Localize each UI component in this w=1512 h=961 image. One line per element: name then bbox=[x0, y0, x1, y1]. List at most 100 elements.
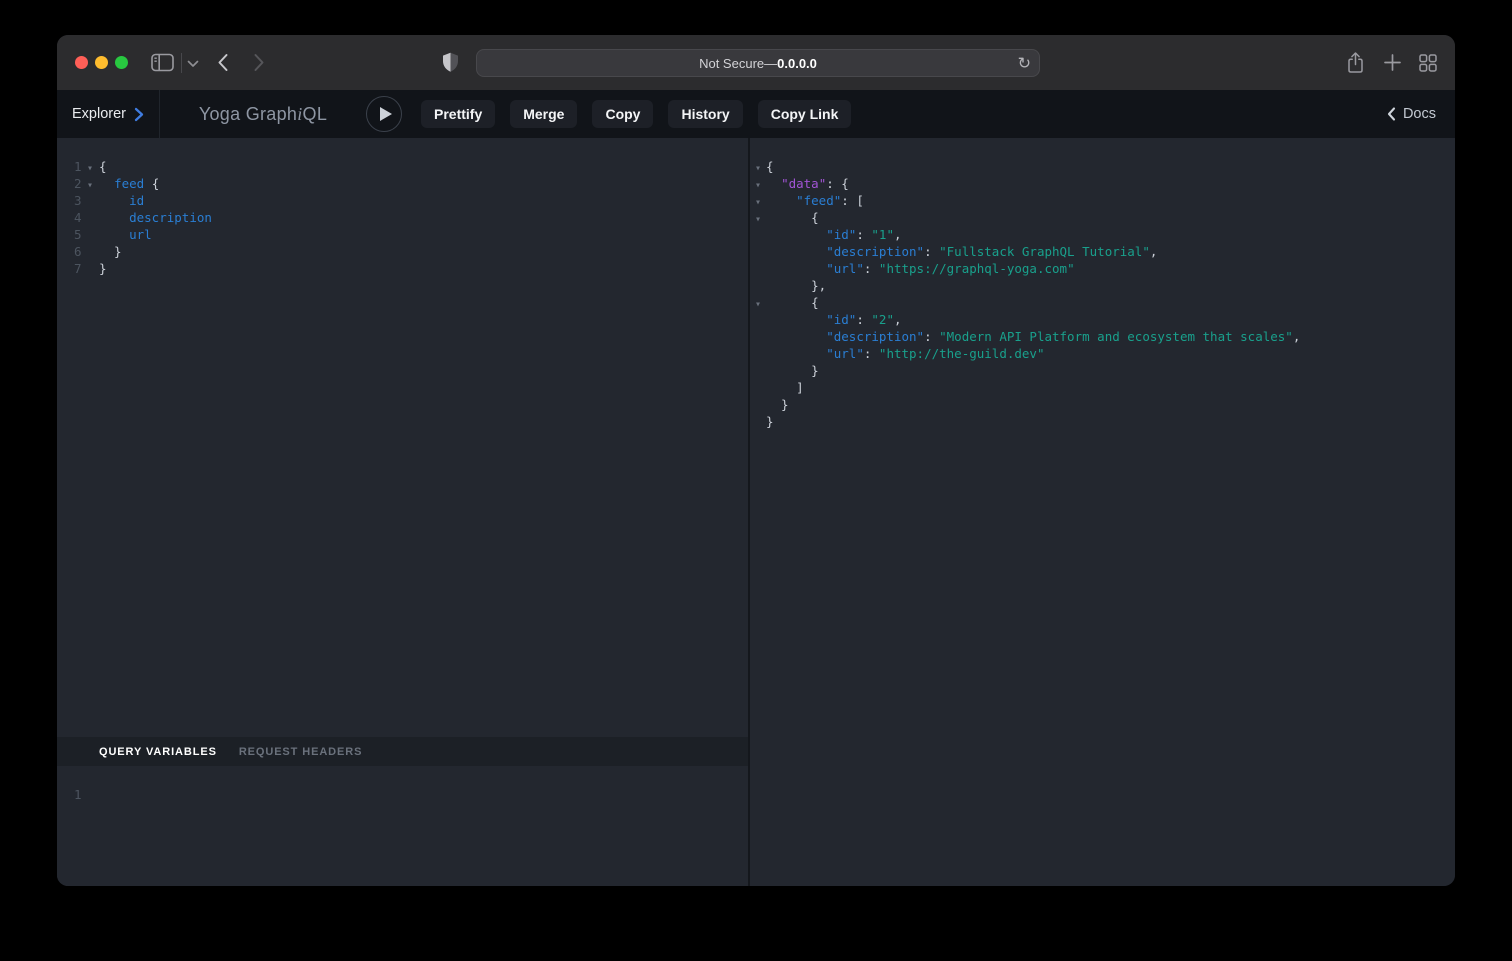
query-editor[interactable]: 1▾{2▾ feed {3 id4 description5 url6 }7} bbox=[57, 138, 748, 737]
code-line: ▾ { bbox=[750, 294, 1455, 311]
token-punct bbox=[766, 176, 781, 191]
token-str: "Fullstack GraphQL Tutorial" bbox=[939, 244, 1150, 259]
token-punct: : { bbox=[826, 176, 849, 191]
docs-label: Docs bbox=[1403, 106, 1436, 122]
result-viewer[interactable]: ▾{▾ "data": {▾ "feed": [▾ { "id": "1", "… bbox=[750, 138, 1455, 886]
forward-icon[interactable] bbox=[253, 53, 265, 72]
code-line: "id": "2", bbox=[750, 311, 1455, 328]
code-line: 2▾ feed { bbox=[57, 175, 748, 192]
sidebar-icon[interactable] bbox=[151, 53, 174, 72]
line-number: 6 bbox=[74, 243, 87, 260]
token-punct bbox=[99, 193, 129, 208]
execute-query-button[interactable] bbox=[366, 96, 402, 132]
token-punct: } bbox=[99, 261, 107, 276]
token-str: "1" bbox=[871, 227, 894, 242]
docs-button[interactable]: Docs bbox=[1387, 106, 1436, 122]
token-prop: "feed" bbox=[796, 193, 841, 208]
chevron-down-icon[interactable] bbox=[187, 60, 199, 68]
chevron-right-icon bbox=[134, 107, 144, 122]
code-line: } bbox=[750, 362, 1455, 379]
reload-icon[interactable]: ↻ bbox=[1018, 54, 1031, 73]
token-punct bbox=[766, 346, 826, 361]
tab-request-headers[interactable]: REQUEST HEADERS bbox=[239, 746, 363, 758]
code-line: 7} bbox=[57, 260, 748, 277]
token-punct bbox=[766, 261, 826, 276]
tab-overview-icon[interactable] bbox=[1419, 54, 1437, 72]
query-variables-editor[interactable]: 1 bbox=[57, 766, 748, 886]
address-separator: — bbox=[764, 56, 777, 71]
token-punct: , bbox=[1150, 244, 1158, 259]
token-prop: "url" bbox=[826, 261, 864, 276]
chevron-left-icon bbox=[1387, 107, 1396, 121]
token-punct: } bbox=[766, 397, 789, 412]
tab-query-variables[interactable]: QUERY VARIABLES bbox=[99, 746, 217, 758]
zoom-window-button[interactable] bbox=[115, 56, 128, 69]
code-line: ] bbox=[750, 379, 1455, 396]
token-str: "https://graphql-yoga.com" bbox=[879, 261, 1075, 276]
page-title: Yoga GraphiQL bbox=[160, 104, 366, 125]
code-line: 4 description bbox=[57, 209, 748, 226]
token-prop: feed bbox=[114, 176, 144, 191]
token-str: "http://the-guild.dev" bbox=[879, 346, 1045, 361]
token-punct: { bbox=[766, 159, 774, 174]
prettify-button[interactable]: Prettify bbox=[421, 100, 495, 128]
token-prop: "description" bbox=[826, 244, 924, 259]
token-punct: , bbox=[894, 312, 902, 327]
line-number: 1 bbox=[74, 158, 87, 175]
copy-button[interactable]: Copy bbox=[592, 100, 653, 128]
code-line: "description": "Modern API Platform and … bbox=[750, 328, 1455, 345]
token-punct: { bbox=[766, 210, 819, 225]
history-button[interactable]: History bbox=[668, 100, 742, 128]
token-prop: "description" bbox=[826, 329, 924, 344]
token-punct: : bbox=[864, 346, 879, 361]
token-punct bbox=[99, 176, 114, 191]
code-line: } bbox=[750, 413, 1455, 430]
browser-chrome: Not Secure — 0.0.0.0 ↻ bbox=[57, 35, 1455, 90]
result-pane: ▾{▾ "data": {▾ "feed": [▾ { "id": "1", "… bbox=[750, 138, 1455, 886]
code-line: "description": "Fullstack GraphQL Tutori… bbox=[750, 243, 1455, 260]
token-prop: "url" bbox=[826, 346, 864, 361]
security-label: Not Secure bbox=[699, 56, 764, 71]
code-line: }, bbox=[750, 277, 1455, 294]
code-line: 5 url bbox=[57, 226, 748, 243]
token-punct: : bbox=[924, 329, 939, 344]
token-punct: : bbox=[864, 261, 879, 276]
line-number: 5 bbox=[74, 226, 87, 243]
code-line: ▾{ bbox=[750, 158, 1455, 175]
token-punct: }, bbox=[766, 278, 826, 293]
query-pane: 1▾{2▾ feed {3 id4 description5 url6 }7} … bbox=[57, 138, 748, 886]
new-tab-icon[interactable] bbox=[1384, 54, 1401, 71]
token-punct bbox=[766, 329, 826, 344]
token-punct bbox=[99, 210, 129, 225]
share-icon[interactable] bbox=[1346, 51, 1365, 74]
chrome-divider bbox=[181, 53, 182, 73]
back-icon[interactable] bbox=[217, 53, 229, 72]
token-punct: { bbox=[99, 159, 107, 174]
code-line: 1 bbox=[57, 786, 748, 803]
line-number: 1 bbox=[74, 786, 87, 803]
minimize-window-button[interactable] bbox=[95, 56, 108, 69]
token-punct: } bbox=[766, 414, 774, 429]
token-punct: : bbox=[924, 244, 939, 259]
code-line: } bbox=[750, 396, 1455, 413]
browser-window: Not Secure — 0.0.0.0 ↻ bbox=[57, 35, 1455, 886]
token-punct: ] bbox=[766, 380, 804, 395]
token-punct: , bbox=[1293, 329, 1301, 344]
toolbar-buttons: Prettify Merge Copy History Copy Link bbox=[421, 100, 851, 128]
explorer-toggle-button[interactable]: Explorer bbox=[57, 90, 160, 138]
address-bar[interactable]: Not Secure — 0.0.0.0 ↻ bbox=[476, 49, 1040, 77]
address-host: 0.0.0.0 bbox=[777, 56, 817, 71]
token-punct: } bbox=[99, 244, 122, 259]
merge-button[interactable]: Merge bbox=[510, 100, 577, 128]
close-window-button[interactable] bbox=[75, 56, 88, 69]
copy-link-button[interactable]: Copy Link bbox=[758, 100, 852, 128]
variables-tabs: QUERY VARIABLES REQUEST HEADERS bbox=[57, 737, 748, 766]
token-def: "data" bbox=[781, 176, 826, 191]
token-punct: , bbox=[894, 227, 902, 242]
line-number: 7 bbox=[74, 260, 87, 277]
token-punct bbox=[766, 227, 826, 242]
token-str: "2" bbox=[871, 312, 894, 327]
code-line: "url": "http://the-guild.dev" bbox=[750, 345, 1455, 362]
code-line: "id": "1", bbox=[750, 226, 1455, 243]
shield-icon[interactable] bbox=[442, 52, 459, 73]
